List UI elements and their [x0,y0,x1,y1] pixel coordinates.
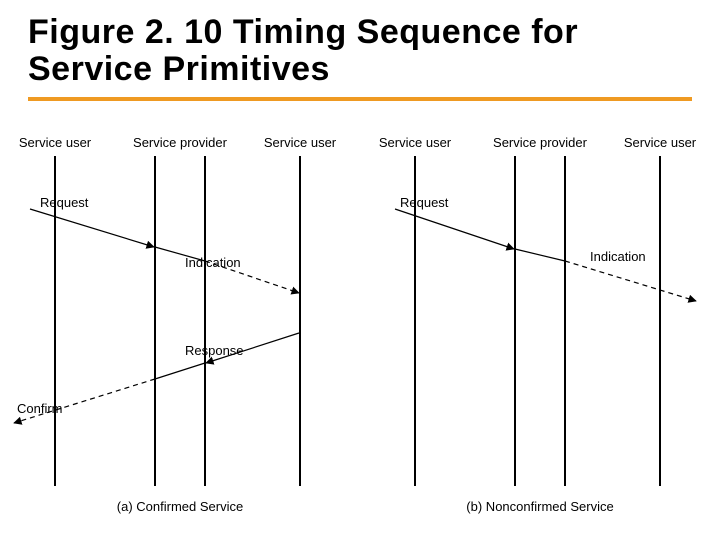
page-title: Figure 2. 10 Timing Sequence for Service… [0,0,720,97]
diagram-svg [0,101,720,540]
diagram-area: Service user Service provider Service us… [0,101,720,540]
